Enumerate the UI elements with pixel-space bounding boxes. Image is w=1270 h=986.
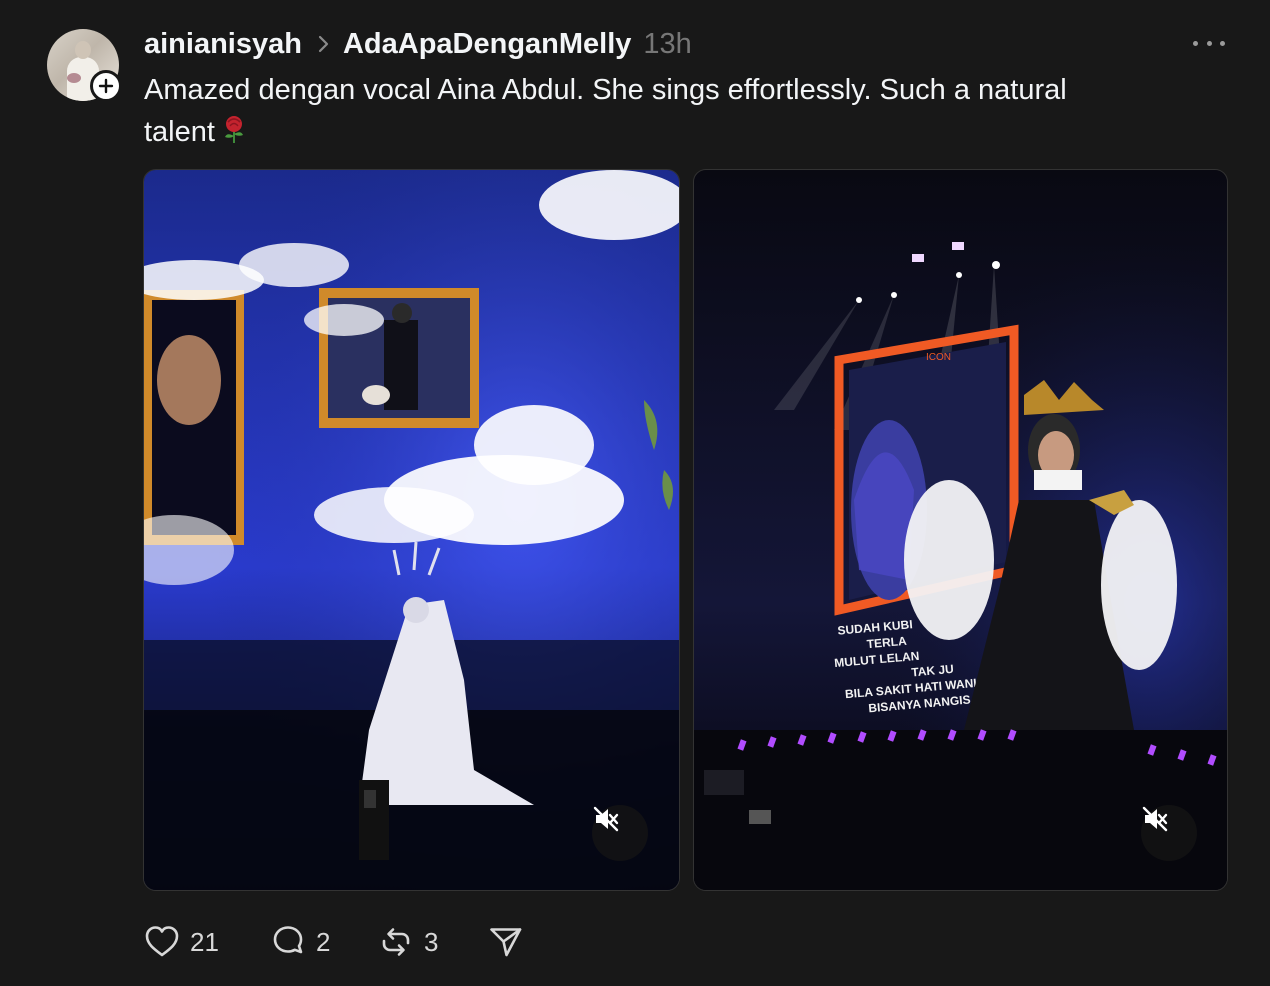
post-text-line1: Amazed dengan vocal Aina Abdul. She sing… (144, 74, 1067, 106)
chevron-right-icon (318, 35, 330, 53)
more-options-icon[interactable] (1193, 33, 1225, 53)
post-actions: 21 2 3 (144, 922, 524, 962)
video-frame-left (144, 170, 679, 890)
mute-toggle-left[interactable] (592, 805, 648, 861)
post-text: Amazed dengan vocal Aina Abdul. She sing… (144, 69, 1204, 156)
author-username[interactable]: ainianisyah (144, 28, 302, 61)
send-icon (490, 928, 522, 957)
follow-button[interactable] (90, 70, 122, 102)
frame-title: ICON (926, 352, 951, 363)
heart-icon (145, 926, 179, 957)
like-button[interactable]: 21 (144, 924, 270, 960)
rose-emoji-icon (221, 114, 247, 156)
video-left[interactable] (143, 169, 680, 891)
author-avatar[interactable] (47, 29, 122, 102)
video-frame-right: ICON SUDAH KUBI TERLA MULUT LELAN TAK JU… (694, 170, 1227, 890)
comment-icon (273, 926, 303, 954)
share-button[interactable] (488, 924, 524, 960)
post-timestamp: 13h (643, 27, 692, 60)
mute-toggle-right[interactable] (1141, 805, 1197, 861)
like-count: 21 (190, 926, 219, 957)
post-header: ainianisyah AdaApaDenganMelly 13h (144, 24, 692, 64)
repost-count: 3 (424, 926, 439, 957)
repost-button[interactable]: 3 (378, 924, 488, 960)
avatar-bouquet (67, 73, 81, 83)
speaker-muted-icon (593, 806, 619, 832)
reply-button[interactable]: 2 (270, 924, 378, 960)
repost-icon (382, 928, 410, 956)
reply-count: 2 (316, 926, 331, 957)
plus-icon (98, 78, 114, 94)
community-name[interactable]: AdaApaDenganMelly (343, 28, 631, 61)
avatar-head (75, 41, 91, 59)
video-right[interactable]: ICON SUDAH KUBI TERLA MULUT LELAN TAK JU… (693, 169, 1228, 891)
post-text-line2: talent (144, 116, 215, 148)
speaker-muted-icon (1142, 806, 1168, 832)
